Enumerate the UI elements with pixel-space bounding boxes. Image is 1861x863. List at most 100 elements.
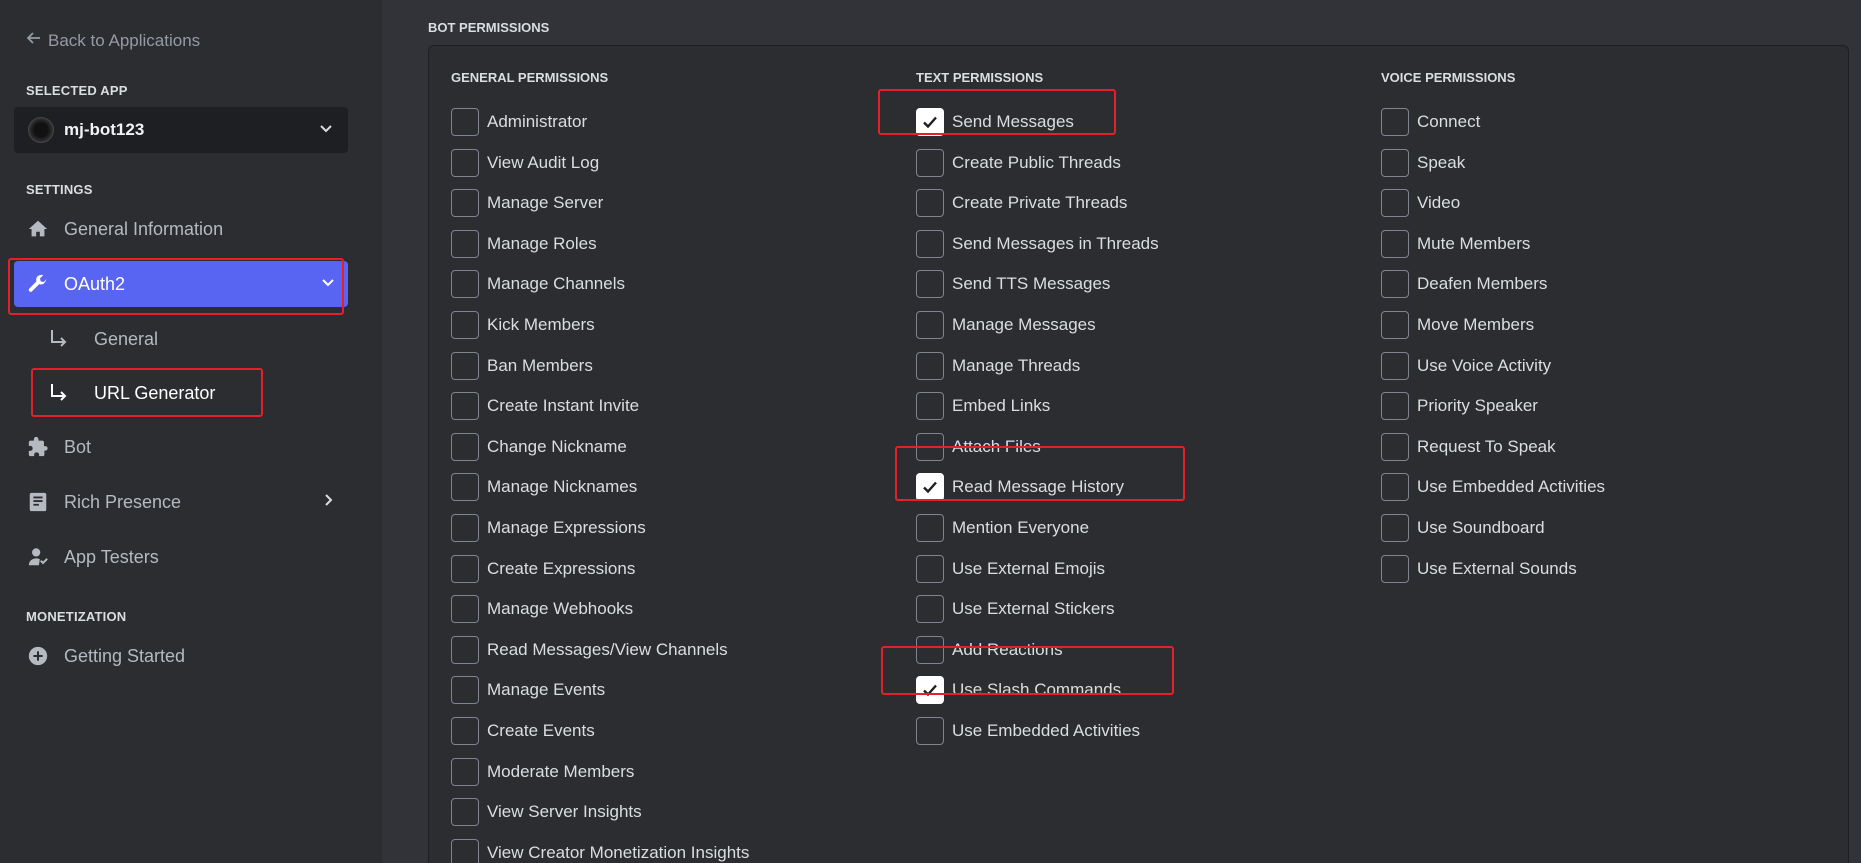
permission-checkbox[interactable] [1381, 189, 1409, 218]
permission-manage-threads[interactable]: Manage Threads [916, 351, 1080, 380]
permission-deafen-members[interactable]: Deafen Members [1381, 270, 1547, 299]
permission-checkbox[interactable] [451, 229, 479, 258]
permission-checkbox[interactable] [1381, 554, 1409, 583]
permission-checkbox[interactable] [1381, 392, 1409, 421]
permission-add-reactions[interactable]: Add Reactions [916, 635, 1063, 664]
permission-checkbox[interactable] [1381, 514, 1409, 542]
permission-checkbox[interactable] [916, 635, 944, 664]
permission-video[interactable]: Video [1381, 189, 1460, 218]
permission-checkbox[interactable] [916, 595, 944, 624]
permission-checkbox[interactable] [916, 473, 944, 502]
permission-use-slash-commands[interactable]: Use Slash Commands [916, 676, 1121, 705]
permission-view-audit-log[interactable]: View Audit Log [451, 148, 599, 177]
permission-create-private-threads[interactable]: Create Private Threads [916, 189, 1127, 218]
permission-checkbox[interactable] [916, 108, 944, 136]
permission-checkbox[interactable] [1381, 351, 1409, 380]
permission-checkbox[interactable] [916, 514, 944, 542]
permission-administrator[interactable]: Administrator [451, 108, 587, 136]
permission-checkbox[interactable] [916, 229, 944, 258]
permission-checkbox[interactable] [916, 392, 944, 421]
permission-checkbox[interactable] [451, 392, 479, 421]
permission-send-messages[interactable]: Send Messages [916, 108, 1074, 136]
permission-manage-events[interactable]: Manage Events [451, 676, 605, 705]
permission-kick-members[interactable]: Kick Members [451, 311, 595, 339]
permission-checkbox[interactable] [451, 798, 479, 827]
permission-checkbox[interactable] [916, 189, 944, 218]
permission-checkbox[interactable] [916, 554, 944, 583]
permission-read-messages-view-channels[interactable]: Read Messages/View Channels [451, 635, 728, 664]
permission-checkbox[interactable] [451, 189, 479, 218]
nav-general-information[interactable]: General Information [14, 206, 348, 252]
nav-oauth2-general[interactable]: General [48, 317, 278, 361]
permission-use-embedded-activities[interactable]: Use Embedded Activities [1381, 473, 1605, 502]
permission-use-embedded-activities[interactable]: Use Embedded Activities [916, 717, 1140, 745]
permission-use-soundboard[interactable]: Use Soundboard [1381, 514, 1545, 542]
permission-checkbox[interactable] [451, 432, 479, 461]
permission-checkbox[interactable] [1381, 311, 1409, 339]
permission-checkbox[interactable] [451, 351, 479, 380]
permission-checkbox[interactable] [916, 717, 944, 745]
permission-checkbox[interactable] [451, 473, 479, 502]
permission-view-server-insights[interactable]: View Server Insights [451, 798, 642, 827]
permission-create-public-threads[interactable]: Create Public Threads [916, 148, 1121, 177]
permission-use-external-emojis[interactable]: Use External Emojis [916, 554, 1105, 583]
permission-send-messages-in-threads[interactable]: Send Messages in Threads [916, 229, 1159, 258]
permission-speak[interactable]: Speak [1381, 148, 1465, 177]
permission-checkbox[interactable] [451, 554, 479, 583]
permission-manage-nicknames[interactable]: Manage Nicknames [451, 473, 637, 502]
permission-request-to-speak[interactable]: Request To Speak [1381, 432, 1556, 461]
permission-create-instant-invite[interactable]: Create Instant Invite [451, 392, 639, 421]
permission-priority-speaker[interactable]: Priority Speaker [1381, 392, 1538, 421]
permission-create-expressions[interactable]: Create Expressions [451, 554, 635, 583]
nav-url-generator[interactable]: URL Generator [48, 371, 278, 415]
permission-manage-roles[interactable]: Manage Roles [451, 229, 597, 258]
permission-moderate-members[interactable]: Moderate Members [451, 757, 634, 786]
permission-checkbox[interactable] [451, 514, 479, 542]
nav-getting-started[interactable]: Getting Started [14, 633, 348, 679]
permission-checkbox[interactable] [916, 311, 944, 339]
permission-ban-members[interactable]: Ban Members [451, 351, 593, 380]
permission-checkbox[interactable] [916, 351, 944, 380]
app-selector[interactable]: mj-bot123 [14, 107, 348, 153]
permission-checkbox[interactable] [916, 432, 944, 461]
permission-connect[interactable]: Connect [1381, 108, 1480, 136]
back-to-applications-link[interactable]: Back to Applications [26, 30, 200, 51]
permission-mention-everyone[interactable]: Mention Everyone [916, 514, 1089, 542]
permission-use-voice-activity[interactable]: Use Voice Activity [1381, 351, 1551, 380]
permission-checkbox[interactable] [451, 108, 479, 136]
permission-checkbox[interactable] [451, 311, 479, 339]
permission-manage-channels[interactable]: Manage Channels [451, 270, 625, 299]
permission-manage-messages[interactable]: Manage Messages [916, 311, 1096, 339]
nav-app-testers[interactable]: App Testers [14, 534, 348, 580]
permission-checkbox[interactable] [916, 148, 944, 177]
permission-read-message-history[interactable]: Read Message History [916, 473, 1124, 502]
permission-checkbox[interactable] [451, 595, 479, 624]
permission-manage-server[interactable]: Manage Server [451, 189, 603, 218]
permission-checkbox[interactable] [451, 676, 479, 705]
permission-change-nickname[interactable]: Change Nickname [451, 432, 627, 461]
permission-checkbox[interactable] [451, 270, 479, 299]
permission-checkbox[interactable] [916, 676, 944, 705]
permission-manage-webhooks[interactable]: Manage Webhooks [451, 595, 633, 624]
permission-create-events[interactable]: Create Events [451, 717, 595, 745]
permission-send-tts-messages[interactable]: Send TTS Messages [916, 270, 1110, 299]
permission-checkbox[interactable] [1381, 473, 1409, 502]
nav-bot[interactable]: Bot [14, 424, 348, 470]
permission-move-members[interactable]: Move Members [1381, 311, 1534, 339]
permission-checkbox[interactable] [1381, 108, 1409, 136]
permission-manage-expressions[interactable]: Manage Expressions [451, 514, 646, 542]
permission-checkbox[interactable] [451, 757, 479, 786]
permission-checkbox[interactable] [451, 148, 479, 177]
permission-attach-files[interactable]: Attach Files [916, 432, 1041, 461]
permission-checkbox[interactable] [451, 635, 479, 664]
permission-checkbox[interactable] [1381, 432, 1409, 461]
permission-embed-links[interactable]: Embed Links [916, 392, 1050, 421]
permission-checkbox[interactable] [451, 717, 479, 745]
permission-use-external-sounds[interactable]: Use External Sounds [1381, 554, 1577, 583]
nav-oauth2[interactable]: OAuth2 [14, 261, 348, 307]
permission-use-external-stickers[interactable]: Use External Stickers [916, 595, 1115, 624]
permission-checkbox[interactable] [451, 838, 479, 863]
permission-checkbox[interactable] [1381, 148, 1409, 177]
nav-rich-presence[interactable]: Rich Presence [14, 479, 348, 525]
permission-checkbox[interactable] [1381, 229, 1409, 258]
